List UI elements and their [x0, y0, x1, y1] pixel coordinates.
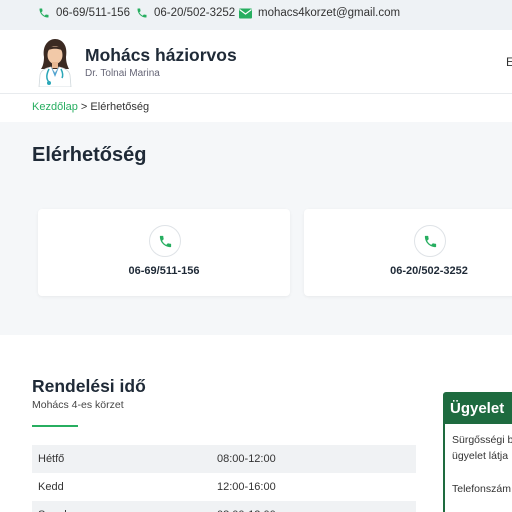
table-row: Szerda 08:00-12:00 [32, 501, 416, 512]
table-row: Kedd 12:00-16:00 [32, 473, 416, 501]
time-cell: 08:00-12:00 [217, 501, 416, 512]
contact-card-number[interactable]: 06-69/511-156 [38, 265, 290, 277]
envelope-icon [239, 8, 252, 18]
phone-icon [424, 235, 436, 247]
topbar-email-text: mohacs4korzet@gmail.com [258, 7, 401, 19]
phone-icon-circle [149, 225, 181, 257]
phone-icon [137, 8, 147, 18]
duty-line-1: Sürgősségi b [452, 434, 512, 446]
topbar-email[interactable]: mohacs4korzet@gmail.com [239, 7, 400, 19]
site-header: Mohács háziorvos Dr. Tolnai Marina E [0, 30, 512, 94]
office-hours-title: Rendelési idő [32, 376, 146, 396]
phone-icon [39, 8, 49, 18]
site-title[interactable]: Mohács háziorvos [85, 45, 237, 66]
contact-card-phone2[interactable]: 06-20/502-3252 [304, 209, 512, 296]
nav-item-partial[interactable]: E [506, 55, 512, 69]
top-contact-bar: 06-69/511-156 06-20/502-3252 mohacs4korz… [0, 0, 512, 30]
topbar-phone2-text: 06-20/502-3252 [154, 7, 236, 19]
breadcrumb-current: Elérhetőség [90, 101, 150, 113]
topbar-phone2[interactable]: 06-20/502-3252 [136, 7, 235, 19]
duty-description: Sürgősségi b ügyelet látja [452, 432, 512, 464]
table-row: Hétfő 08:00-12:00 [32, 445, 416, 473]
doctor-avatar-icon [38, 39, 72, 87]
time-cell: 08:00-12:00 [217, 445, 416, 473]
contact-card-number[interactable]: 06-20/502-3252 [303, 265, 512, 277]
office-hours-subtitle: Mohács 4-es körzet [32, 399, 124, 411]
phone-icon [159, 235, 171, 247]
day-cell: Kedd [38, 481, 64, 493]
page-title: Elérhetőség [32, 144, 147, 166]
office-hours-table: Hétfő 08:00-12:00 Kedd 12:00-16:00 Szerd… [32, 445, 416, 512]
breadcrumb: Kezdőlap > Elérhetőség [32, 101, 149, 113]
day-cell: Hétfő [32, 445, 217, 473]
breadcrumb-separator: > [77, 101, 91, 113]
title-underline [32, 425, 78, 427]
duty-phone-label: Telefonszám [452, 483, 511, 495]
breadcrumb-home-link[interactable]: Kezdőlap [32, 101, 78, 113]
duty-line-2: ügyelet látja [452, 450, 509, 462]
contact-card-phone1[interactable]: 06-69/511-156 [38, 209, 290, 296]
topbar-phone1[interactable]: 06-69/511-156 [38, 7, 130, 19]
site-subtitle: Dr. Tolnai Marina [85, 68, 160, 79]
duty-title: Ügyelet [445, 394, 512, 424]
contact-section: Elérhetőség 06-69/511-156 06-20/502-3252 [0, 122, 512, 335]
day-cell: Szerda [32, 501, 217, 512]
topbar-phone1-text: 06-69/511-156 [56, 7, 130, 19]
time-cell: 12:00-16:00 [217, 481, 276, 493]
duty-info-box: Ügyelet Sürgősségi b ügyelet látja Telef… [443, 392, 512, 512]
phone-icon-circle [414, 225, 446, 257]
